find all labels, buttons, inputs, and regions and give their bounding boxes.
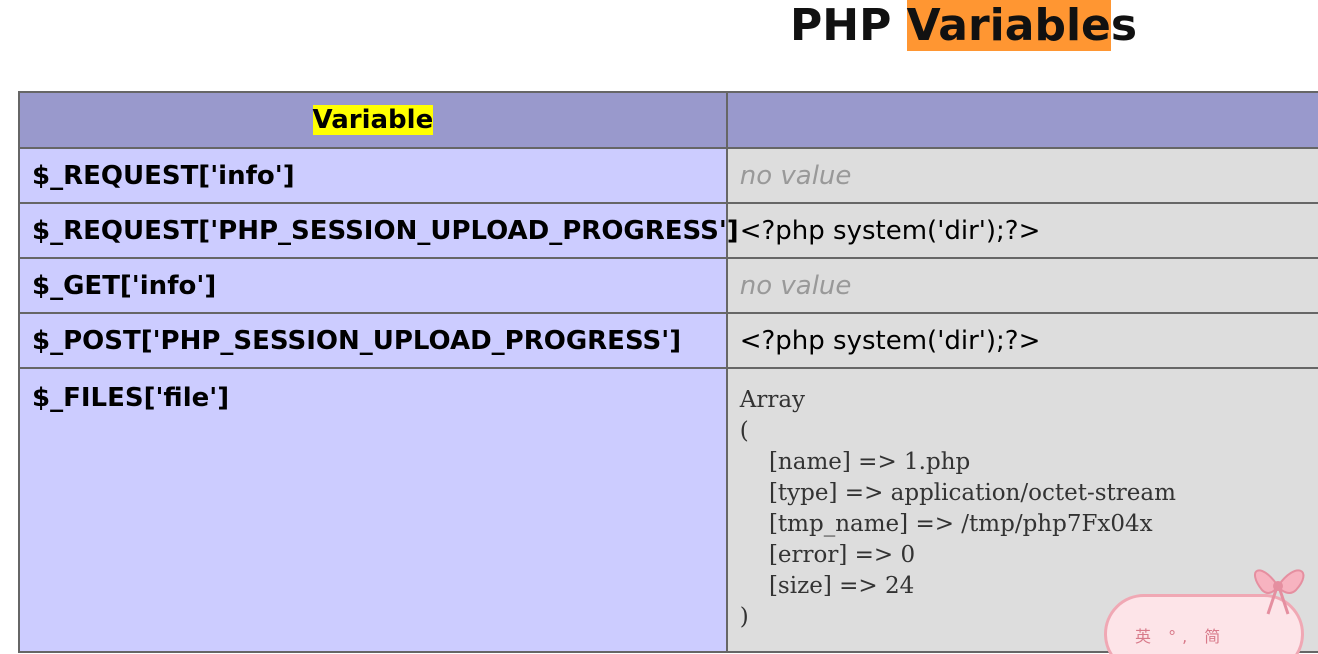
ribbon-bow-icon: [1254, 569, 1305, 615]
header-value: [725, 91, 1318, 149]
php-variables-table: Variable $_REQUEST['info'] no value $_RE…: [18, 91, 1318, 653]
variable-value: no value: [725, 257, 1318, 314]
table-header-row: Variable: [18, 91, 1318, 149]
variable-name: $_FILES['file']: [18, 367, 728, 653]
variable-name: $_POST['PHP_SESSION_UPLOAD_PROGRESS']: [18, 312, 728, 369]
table-row: $_REQUEST['info'] no value: [18, 147, 1318, 204]
header-variable: Variable: [18, 91, 728, 149]
header-variable-label: Variable: [312, 105, 434, 135]
language-switch-label: 英 °, 简: [1135, 627, 1227, 646]
page: PHP Variables Variable $_REQUEST['info']…: [0, 0, 1318, 654]
variable-name: $_REQUEST['PHP_SESSION_UPLOAD_PROGRESS']: [18, 202, 739, 259]
variable-name: $_REQUEST['info']: [18, 147, 728, 204]
page-title-prefix: PHP: [790, 0, 907, 51]
search-highlight: Variable: [906, 0, 1111, 51]
no-value-text: no value: [739, 270, 852, 301]
table-row: $_GET['info'] no value: [18, 257, 1318, 314]
variable-value: no value: [725, 147, 1318, 204]
page-title-suffix: s: [1110, 0, 1138, 51]
variable-value: <?php system('dir');?>: [725, 202, 1318, 259]
variable-name: $_GET['info']: [18, 257, 728, 314]
page-title: PHP Variables: [790, 0, 1137, 58]
no-value-text: no value: [739, 160, 852, 191]
variable-value: <?php system('dir');?>: [725, 312, 1318, 369]
table-row: $_REQUEST['PHP_SESSION_UPLOAD_PROGRESS']…: [18, 202, 1318, 259]
table-row: $_POST['PHP_SESSION_UPLOAD_PROGRESS'] <?…: [18, 312, 1318, 369]
